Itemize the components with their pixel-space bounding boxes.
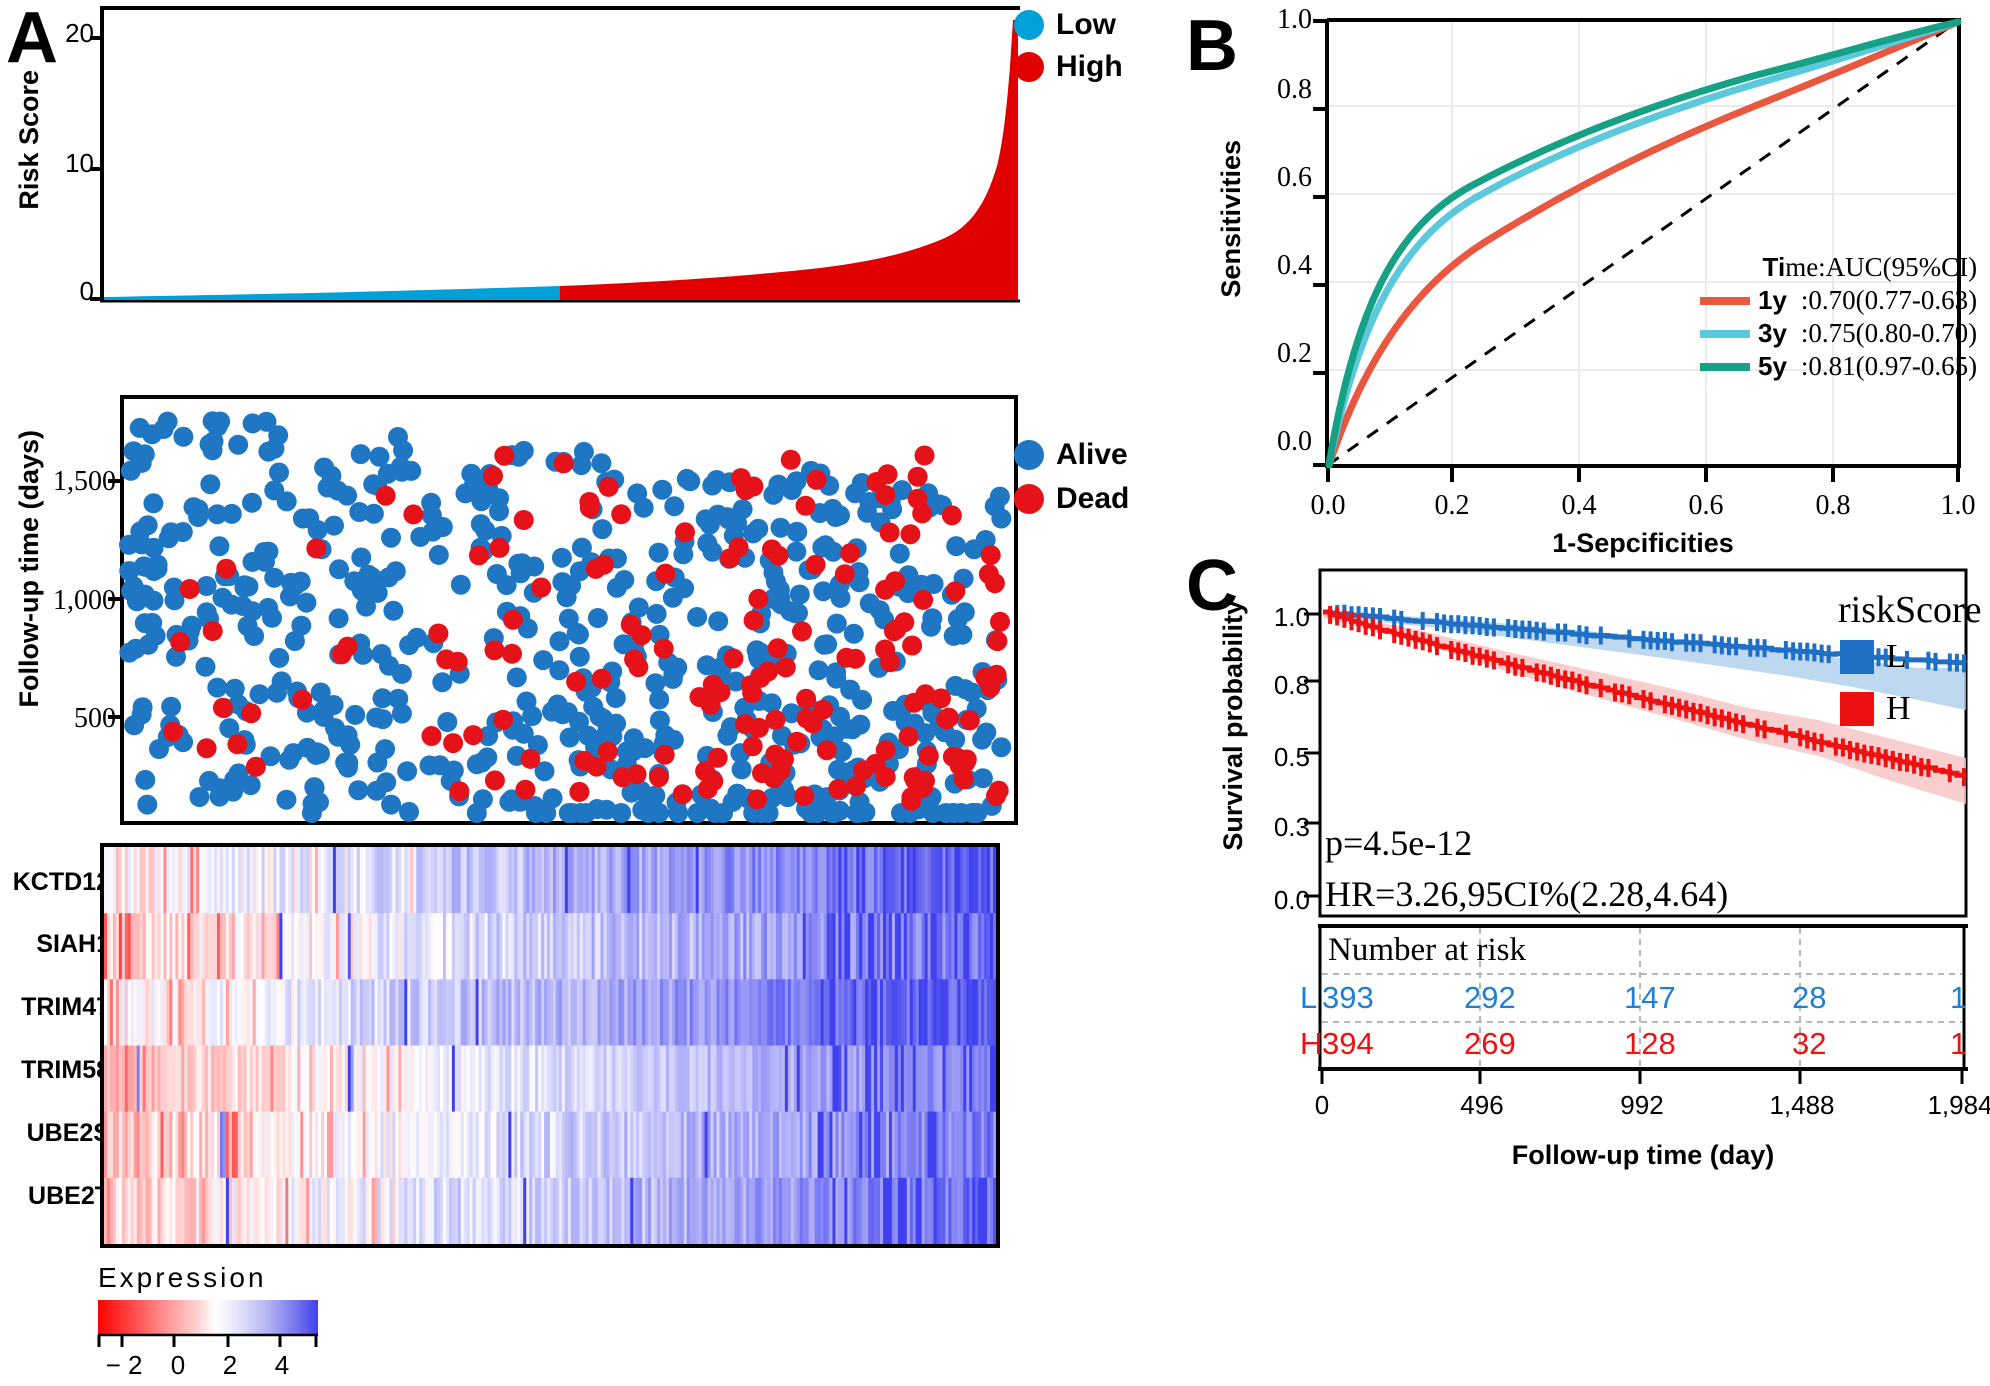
- roc-legend-name-1y: 1y: [1758, 285, 1787, 315]
- followup-scatter-plot: [108, 395, 1018, 825]
- expression-heatmap: [100, 843, 1000, 1248]
- legend-dot-dead: [1014, 484, 1044, 514]
- risk-row-h-value-0: 394: [1322, 1026, 1374, 1061]
- roc-xtick-0.4: 0.4: [1561, 490, 1597, 521]
- scatter-ytick-1000: 1,000: [53, 585, 116, 616]
- risk-row-l-value-1: 292: [1464, 980, 1516, 1015]
- roc-xtick-1.0: 1.0: [1940, 490, 1976, 521]
- roc-ytick-1.0: 1.0: [1277, 4, 1312, 35]
- legend-dot-alive: [1014, 440, 1044, 470]
- roc-legend-value-3y: :0.75(0.80-0.70): [1800, 318, 1978, 348]
- heatmap-row-label-2: TRIM47: [21, 993, 110, 1021]
- risk-row-h-value-3: 32: [1792, 1026, 1827, 1061]
- roc-legend-name-5y: 5y: [1758, 351, 1787, 381]
- roc-y-axis-label: Sensitivities: [1216, 140, 1246, 298]
- km-xtick-0: 0: [1314, 1090, 1330, 1120]
- status-legend: Alive Dead: [1014, 438, 1129, 516]
- risk-ytick-0: 0: [79, 276, 94, 306]
- risk-score-plot: [90, 6, 1020, 306]
- colorbar-tick-0: 0: [170, 1350, 186, 1380]
- roc-legend-swatch-5y: [1700, 362, 1750, 371]
- legend-label-alive: Alive: [1056, 438, 1128, 471]
- km-xtick-1488: 1,488: [1769, 1090, 1835, 1120]
- km-pvalue: p=4.5e-12: [1325, 823, 1473, 863]
- heatmap-row-label-5: UBE2T: [28, 1182, 110, 1210]
- km-ytick-0.8: 0.8: [1273, 670, 1310, 700]
- risk-table-title: Number at risk: [1328, 932, 1526, 968]
- legend-dot-high: [1014, 52, 1044, 82]
- roc-xtick-0.8: 0.8: [1815, 490, 1851, 521]
- km-legend-item-low: L: [1840, 638, 1907, 676]
- heatmap-row-label-4: UBE2S: [26, 1119, 110, 1147]
- colorbar-tick-4: 4: [274, 1350, 290, 1380]
- risk-row-label-l: L: [1300, 980, 1318, 1015]
- roc-legend-name-3y: 3y: [1758, 318, 1787, 348]
- heatmap-row-label-1: SIAH1: [36, 930, 110, 958]
- km-y-axis-label: Survival probability: [1218, 600, 1248, 851]
- risk-row-label-h: H: [1300, 1026, 1323, 1061]
- roc-xtick-0.2: 0.2: [1434, 490, 1470, 521]
- colorbar-tick-2: 2: [222, 1350, 238, 1380]
- scatter-ytick-1500: 1,500: [53, 466, 116, 497]
- km-legend-item-high: H: [1840, 690, 1911, 728]
- roc-ytick-0.8: 0.8: [1277, 74, 1312, 105]
- roc-ytick-0.4: 0.4: [1277, 250, 1312, 281]
- km-x-axis-label: Follow-up time (day): [1511, 1140, 1775, 1170]
- risk-row-h-value-4: 1: [1950, 1026, 1968, 1061]
- risk-row-h-value-1: 269: [1464, 1026, 1516, 1061]
- km-ytick-0.5: 0.5: [1273, 742, 1310, 772]
- scatter-ytick-500: 500: [74, 703, 116, 734]
- roc-legend-value-1y: :0.70(0.77-0.63): [1800, 285, 1978, 315]
- km-xtick-992: 992: [1620, 1090, 1664, 1120]
- km-legend-swatch-low: [1840, 640, 1874, 674]
- roc-legend-value-5y: :0.81(0.97-0.65): [1800, 351, 1978, 381]
- roc-legend-swatch-1y: [1700, 296, 1750, 305]
- heatmap-row-label-3: TRIM58: [21, 1056, 110, 1084]
- risk-ytick-20: 20: [65, 18, 94, 48]
- km-legend-label-low: L: [1886, 638, 1907, 675]
- km-hazard-ratio: HR=3.26,95CI%(2.28,4.64): [1325, 874, 1729, 914]
- risk-row-l-value-0: 393: [1322, 980, 1374, 1015]
- legend-label-high: High: [1056, 50, 1123, 83]
- km-legend-label-high: H: [1886, 690, 1911, 727]
- km-legend-swatch-high: [1840, 692, 1874, 726]
- roc-legend-swatch-3y: [1700, 329, 1750, 338]
- colorbar-title: Expression: [98, 1262, 267, 1293]
- risk-row-l-value-2: 147: [1624, 980, 1676, 1015]
- legend-label-dead: Dead: [1056, 482, 1130, 515]
- roc-xtick-0.0: 0.0: [1310, 490, 1346, 521]
- legend-label-low: Low: [1056, 8, 1116, 41]
- km-xtick-496: 496: [1460, 1090, 1504, 1120]
- km-legend-title: riskScore: [1838, 589, 1982, 631]
- km-ytick-1.0: 1.0: [1273, 602, 1310, 632]
- roc-ytick-0.0: 0.0: [1277, 426, 1312, 457]
- risk-row-l-value-3: 28: [1792, 980, 1827, 1015]
- roc-ytick-0.2: 0.2: [1277, 338, 1312, 369]
- km-xtick-1984: 1,984: [1927, 1090, 1990, 1120]
- panel-b-letter: B: [1186, 6, 1238, 86]
- roc-ytick-0.6: 0.6: [1277, 162, 1312, 193]
- legend-dot-low: [1014, 10, 1044, 40]
- risk-score-y-axis-label: Risk Score: [14, 70, 44, 210]
- risk-row-l-value-4: 1: [1950, 980, 1968, 1015]
- heatmap-row-label-0: KCTD12: [12, 868, 110, 896]
- risk-ytick-10: 10: [65, 148, 94, 178]
- risk-row-h-value-2: 128: [1624, 1026, 1676, 1061]
- km-ytick-0.0: 0.0: [1273, 885, 1310, 915]
- roc-legend: Time:AUC(95%CI) 1y :0.70(0.77-0.63) 3y :0.…: [1700, 252, 1977, 382]
- risk-legend: Low High: [1014, 8, 1123, 84]
- colorbar-tick-neg2: − 2: [105, 1350, 143, 1380]
- roc-x-axis-label: 1-Sepcificities: [1552, 528, 1734, 558]
- roc-xtick-0.6: 0.6: [1688, 490, 1724, 521]
- km-ytick-0.3: 0.3: [1273, 812, 1310, 842]
- roc-legend-title: Time:AUC(95%CI): [1762, 252, 1978, 282]
